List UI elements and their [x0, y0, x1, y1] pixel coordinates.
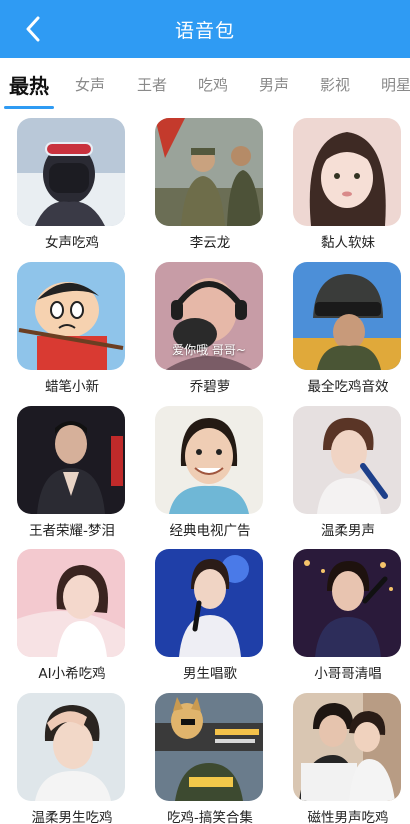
tab-film[interactable]: 影视	[320, 74, 350, 95]
voice-pack-item[interactable]: 温柔男生吃鸡	[7, 685, 137, 824]
pubg-doge-thumbnail	[155, 693, 263, 801]
voice-pack-name: 王者荣耀-梦泪	[29, 523, 115, 539]
voice-pack-item[interactable]: 蜡笔小新	[7, 254, 137, 395]
voice-pack-item[interactable]: 吃鸡-搞笑合集	[145, 685, 275, 824]
girl-goggles-thumbnail	[17, 118, 125, 226]
voice-pack-name: 温柔男生吃鸡	[31, 810, 113, 824]
voice-pack-item[interactable]: 男生唱歌	[145, 541, 275, 682]
voice-pack-name: 男生唱歌	[183, 666, 237, 682]
boy-singing-thumbnail	[155, 549, 263, 657]
voice-pack-name: 黏人软妹	[321, 235, 375, 251]
thumbnail-overlay-text: 爱你哦 哥哥~	[172, 343, 246, 357]
tab-honor-of-kings[interactable]: 王者	[137, 74, 167, 95]
voice-pack-name: AI小希吃鸡	[38, 666, 106, 682]
voice-pack-item[interactable]: 王者荣耀-梦泪	[7, 398, 137, 539]
voice-pack-name: 李云龙	[189, 235, 231, 251]
voice-pack-item[interactable]: 最全吃鸡音效	[283, 254, 410, 395]
voice-pack-item[interactable]: AI小希吃鸡	[7, 541, 137, 682]
soldiers-thumbnail	[155, 118, 263, 226]
voice-pack-name: 乔碧萝	[189, 379, 231, 395]
voice-pack-item[interactable]: 李云龙	[145, 110, 275, 251]
voice-pack-name: 蜡笔小新	[45, 379, 99, 395]
crayon-shinchan-thumbnail	[17, 262, 125, 370]
voice-pack-item[interactable]: 磁性男声吃鸡	[283, 685, 410, 824]
page-title: 语音包	[174, 20, 235, 42]
couple-thumbnail	[293, 693, 401, 801]
voice-pack-item[interactable]: 爱你哦 哥哥~ 乔碧萝	[145, 254, 275, 395]
stage-singer-thumbnail	[293, 549, 401, 657]
child-thumbnail	[155, 406, 263, 514]
boy-hand-hair-thumbnail	[17, 693, 125, 801]
voice-pack-name: 经典电视广告	[169, 523, 251, 539]
voice-pack-name: 吃鸡-搞笑合集	[167, 810, 253, 824]
voice-pack-name: 磁性男声吃鸡	[307, 810, 389, 824]
tab-female[interactable]: 女声	[75, 74, 105, 95]
voice-pack-name: 女声吃鸡	[45, 235, 99, 251]
tab-male[interactable]: 男声	[259, 74, 289, 95]
girl-pink-thumbnail	[17, 549, 125, 657]
man-praying-thumbnail	[17, 406, 125, 514]
tab-hot[interactable]: 最热	[9, 70, 49, 99]
tab-pubg[interactable]: 吃鸡	[198, 74, 228, 95]
singer-mic-thumbnail	[293, 406, 401, 514]
voice-pack-name: 温柔男声	[321, 523, 375, 539]
voice-pack-item[interactable]: 温柔男声	[283, 398, 410, 539]
woman-headset-thumbnail: 爱你哦 哥哥~	[155, 262, 263, 370]
pubg-helmet-thumbnail	[293, 262, 401, 370]
voice-pack-name: 小哥哥清唱	[314, 666, 382, 682]
voice-pack-item[interactable]: 小哥哥清唱	[283, 541, 410, 682]
category-tabs: 最热 女声 王者 吃鸡 男声 影视 明星	[0, 58, 410, 110]
app-header: 语音包	[0, 0, 410, 58]
voice-pack-name: 最全吃鸡音效	[307, 379, 389, 395]
active-tab-indicator	[4, 106, 54, 109]
voice-pack-item[interactable]: 黏人软妹	[283, 110, 410, 251]
voice-pack-item[interactable]: 女声吃鸡	[7, 110, 137, 251]
voice-pack-item[interactable]: 经典电视广告	[145, 398, 275, 539]
cute-girl-thumbnail	[293, 118, 401, 226]
tab-stars[interactable]: 明星	[381, 74, 410, 95]
